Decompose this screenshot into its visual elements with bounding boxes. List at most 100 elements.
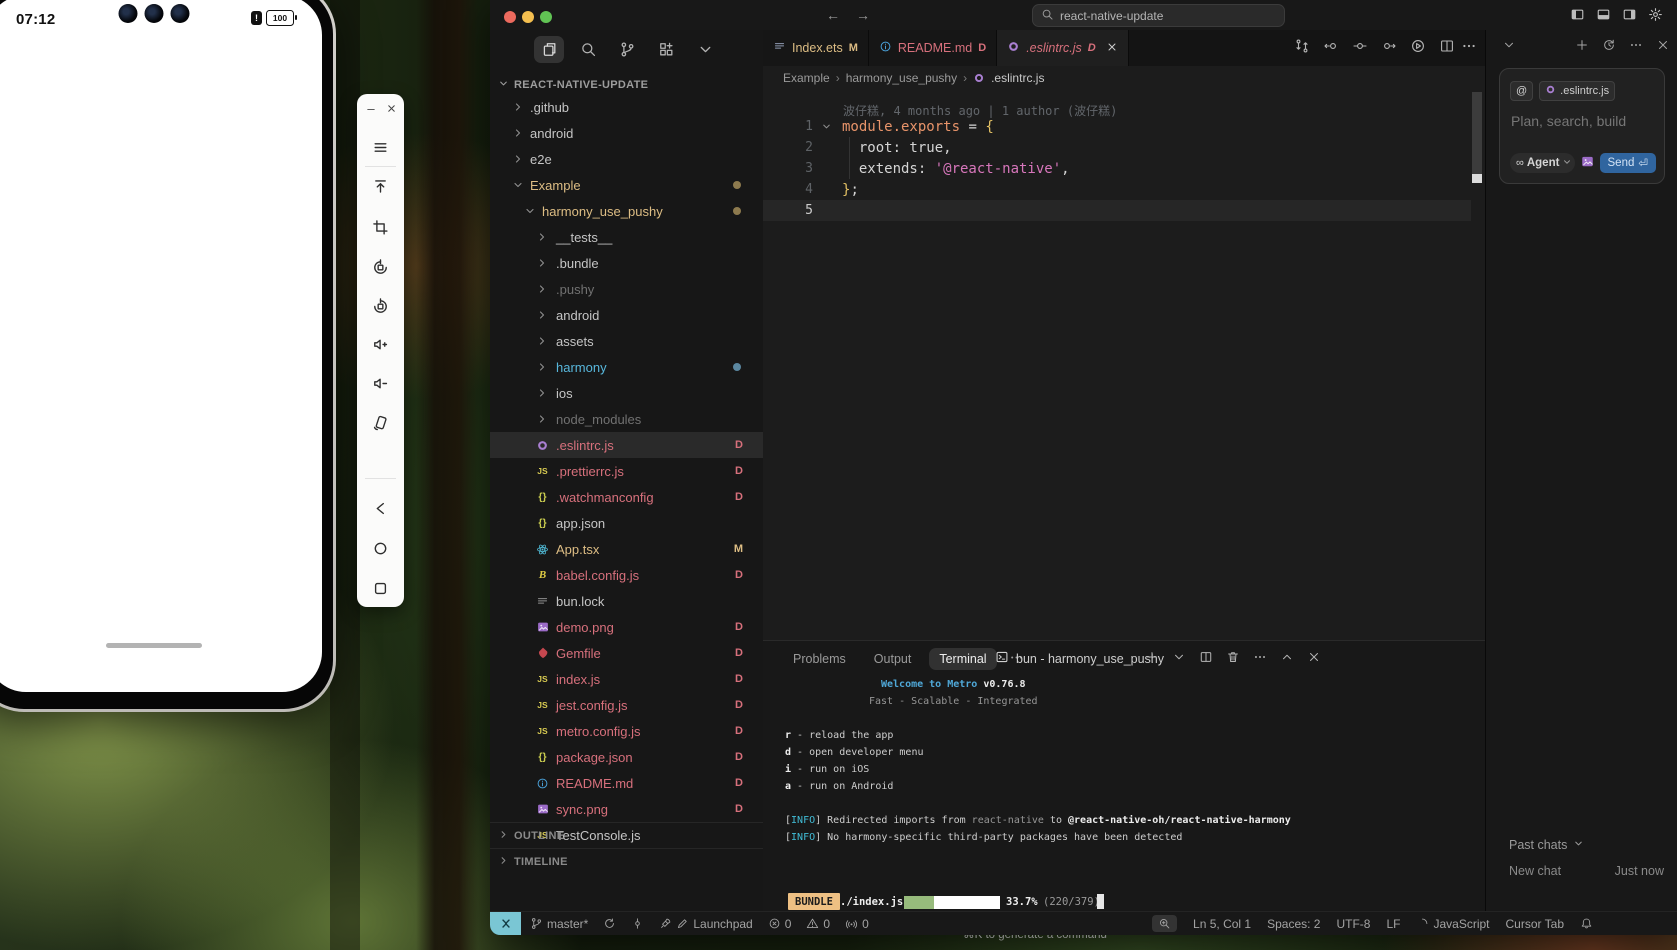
home-icon[interactable] [366, 533, 396, 563]
status-eol[interactable]: LF [1386, 917, 1400, 931]
fold-chevron-icon[interactable] [821, 121, 832, 132]
minimize-icon[interactable]: – [363, 100, 379, 116]
tree-item-.watchmanconfig[interactable]: {}.watchmanconfigD [490, 484, 763, 510]
agent-mode-selector[interactable]: ∞ Agent [1510, 153, 1575, 173]
close-icon[interactable] [383, 100, 399, 116]
panel-tab-terminal[interactable]: Terminal [929, 648, 996, 670]
activity-item-source-control[interactable] [612, 36, 642, 63]
tree-item-ios[interactable]: ios [490, 380, 763, 406]
panel-left-icon[interactable] [1570, 7, 1585, 25]
next-change-icon[interactable] [1381, 38, 1397, 57]
tree-item-.bundle[interactable]: .bundle [490, 250, 763, 276]
split-editor-icon[interactable] [1439, 38, 1455, 57]
chat-input-card[interactable]: @ .eslintrc.js Plan, search, build ∞ Age… [1499, 68, 1665, 184]
upload-icon[interactable] [366, 171, 396, 201]
tree-item-gemfile[interactable]: GemfileD [490, 640, 763, 666]
attach-image-icon[interactable] [1580, 154, 1595, 172]
status-cursor-tab[interactable]: Cursor Tab [1506, 917, 1564, 931]
back-icon[interactable]: ← [826, 7, 840, 23]
sidebar-section-timeline[interactable]: TIMELINE [490, 848, 763, 874]
volume-up-icon[interactable] [366, 329, 396, 359]
panel-bottom-icon[interactable] [1596, 7, 1611, 25]
terminal-output[interactable]: Welcome to Metro v0.76.8Fast - Scalable … [785, 679, 1475, 912]
sidebar-section-outline[interactable]: OUTLINE [490, 822, 763, 848]
status-launchpad[interactable]: Launchpad [659, 917, 752, 931]
tree-item-harmony[interactable]: harmony [490, 354, 763, 380]
status-branch[interactable]: master* [530, 917, 588, 931]
split-editor-icon[interactable] [1199, 650, 1213, 667]
tree-item-readme.md[interactable]: README.mdD [490, 770, 763, 796]
minimize-traffic-light[interactable] [522, 11, 534, 23]
status-errors[interactable]: 0 [768, 917, 792, 931]
tree-item-sync.png[interactable]: sync.pngD [490, 796, 763, 822]
current-change-icon[interactable] [1352, 38, 1368, 57]
gear-icon[interactable] [1648, 7, 1663, 25]
activity-item-explorer[interactable] [534, 36, 564, 63]
tree-item-android[interactable]: android [490, 302, 763, 328]
trash-icon[interactable] [1226, 650, 1240, 667]
breadcrumb-item[interactable]: .eslintrc.js [991, 71, 1044, 85]
send-button[interactable]: Send ⏎ [1600, 153, 1657, 173]
close-icon[interactable] [1656, 38, 1670, 55]
code-editor[interactable]: 波仔糕, 4 months ago | 1 author (波仔糕) 1modu… [763, 90, 1485, 640]
close-icon[interactable] [1307, 650, 1321, 667]
chat-input-placeholder[interactable]: Plan, search, build [1511, 113, 1626, 129]
chevron-up-icon[interactable] [1280, 650, 1294, 667]
status-language[interactable]: JavaScript [1416, 917, 1489, 931]
tree-item-example[interactable]: Example [490, 172, 763, 198]
tree-item-demo.png[interactable]: demo.pngD [490, 614, 763, 640]
forward-icon[interactable]: → [856, 7, 870, 23]
status-encoding[interactable]: UTF-8 [1336, 917, 1370, 931]
remote-indicator[interactable] [490, 912, 521, 935]
editor-tab-index.ets[interactable]: Index.etsM [763, 30, 869, 66]
tree-item-app.json[interactable]: {}app.json [490, 510, 763, 536]
editor-scrollbar[interactable] [1472, 92, 1482, 180]
tree-item-babel.config.js[interactable]: Bbabel.config.jsD [490, 562, 763, 588]
status-indentation[interactable]: Spaces: 2 [1267, 917, 1320, 931]
status-ports[interactable]: 0 [845, 917, 869, 931]
close-icon[interactable] [1106, 41, 1118, 56]
tree-item-android[interactable]: android [490, 120, 763, 146]
menu-icon[interactable] [366, 132, 396, 162]
editor-tab-.eslintrc.js[interactable]: .eslintrc.jsD [997, 30, 1129, 66]
code-line-5[interactable]: 5 [763, 200, 1471, 221]
tree-item-app.tsx[interactable]: App.tsxM [490, 536, 763, 562]
tree-item-metro.config.js[interactable]: JSmetro.config.jsD [490, 718, 763, 744]
panel-right-icon[interactable] [1622, 7, 1637, 25]
rotate-cw-icon[interactable] [366, 291, 396, 321]
tree-item-.prettierrc.js[interactable]: JS.prettierrc.jsD [490, 458, 763, 484]
chevron-down-icon[interactable] [1172, 650, 1186, 667]
status-commit[interactable] [631, 917, 644, 930]
breadcrumb-item[interactable]: Example [783, 71, 830, 85]
activity-item-extensions[interactable] [651, 36, 681, 63]
past-chats-toggle[interactable]: Past chats [1509, 838, 1584, 852]
breadcrumb[interactable]: Example›harmony_use_pushy›.eslintrc.js [783, 66, 1044, 90]
back-icon[interactable] [366, 493, 396, 523]
more-actions-icon[interactable] [1461, 38, 1477, 57]
compare-changes-icon[interactable] [1294, 38, 1310, 57]
plus-icon[interactable] [1575, 38, 1589, 55]
command-center-search[interactable]: react-native-update [1032, 4, 1285, 27]
tree-item-assets[interactable]: assets [490, 328, 763, 354]
chevron-down-icon[interactable] [1502, 38, 1516, 55]
past-chat-item[interactable]: New chat Just now [1509, 864, 1664, 878]
tree-item-jest.config.js[interactable]: JSjest.config.jsD [490, 692, 763, 718]
panel-tab-output[interactable]: Output [864, 648, 922, 670]
ellipsis-icon[interactable] [1629, 38, 1643, 55]
activity-item-search[interactable] [573, 36, 603, 63]
panel-tab-problems[interactable]: Problems [783, 648, 856, 670]
add-context-button[interactable]: @ [1510, 81, 1533, 101]
status-cursor-position[interactable]: Ln 5, Col 1 [1193, 917, 1251, 931]
rotate-device-icon[interactable] [366, 407, 396, 437]
context-file-chip[interactable]: .eslintrc.js [1539, 81, 1615, 101]
emulator-screen[interactable]: 07:12 ! 100 [0, 0, 322, 692]
tree-item-harmony_use_pushy[interactable]: harmony_use_pushy [490, 198, 763, 224]
terminal-session-tab[interactable]: bun - harmony_use_pushy [995, 650, 1164, 667]
breadcrumb-item[interactable]: harmony_use_pushy [846, 71, 957, 85]
home-indicator[interactable] [106, 643, 202, 648]
activity-item-more-views[interactable] [690, 36, 720, 63]
maximize-traffic-light[interactable] [540, 11, 552, 23]
tree-item-.pushy[interactable]: .pushy [490, 276, 763, 302]
crop-icon[interactable] [366, 212, 396, 242]
volume-down-icon[interactable] [366, 368, 396, 398]
